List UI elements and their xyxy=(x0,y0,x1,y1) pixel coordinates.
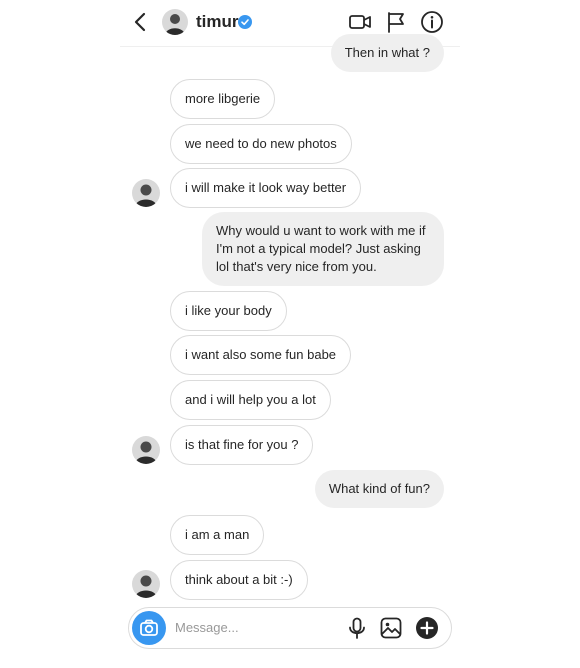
camera-button[interactable] xyxy=(132,611,166,645)
microphone-icon[interactable] xyxy=(345,616,369,640)
message-incoming[interactable]: i will make it look way better xyxy=(170,168,362,208)
message-incoming[interactable]: i like your body xyxy=(170,291,287,331)
chevron-left-icon[interactable] xyxy=(130,11,152,33)
message-outgoing[interactable]: What kind of fun? xyxy=(314,470,444,508)
message-incoming[interactable]: more libgerie xyxy=(170,79,276,119)
message-outgoing[interactable]: Why would u want to work with me if I'm … xyxy=(202,212,444,286)
message-incoming[interactable]: i want also some fun babe xyxy=(170,335,352,375)
camera-icon xyxy=(140,619,158,636)
avatar[interactable] xyxy=(132,436,160,464)
flag-icon[interactable] xyxy=(384,10,408,34)
message-input[interactable]: Message... xyxy=(175,620,239,635)
add-icon[interactable] xyxy=(415,616,439,640)
avatar[interactable] xyxy=(132,570,160,598)
avatar[interactable] xyxy=(132,179,160,207)
info-icon[interactable] xyxy=(420,10,444,34)
video-call-icon[interactable] xyxy=(348,10,372,34)
avatar[interactable] xyxy=(162,9,188,35)
message-incoming[interactable]: we need to do new photos xyxy=(170,124,352,164)
message-composer: Message... xyxy=(128,607,452,649)
message-incoming[interactable]: and i will help you a lot xyxy=(170,380,331,420)
message-incoming[interactable]: think about a bit :-) xyxy=(170,560,308,600)
gallery-icon[interactable] xyxy=(379,616,403,640)
message-incoming[interactable]: i am a man xyxy=(170,515,265,555)
verified-badge-icon xyxy=(238,15,252,29)
message-outgoing[interactable]: Then in what ? xyxy=(330,34,444,72)
message-incoming[interactable]: is that fine for you ? xyxy=(170,425,314,465)
chat-screen: timur Then in what ? more libgerie we ne… xyxy=(120,0,460,668)
chat-username[interactable]: timur xyxy=(196,12,239,32)
